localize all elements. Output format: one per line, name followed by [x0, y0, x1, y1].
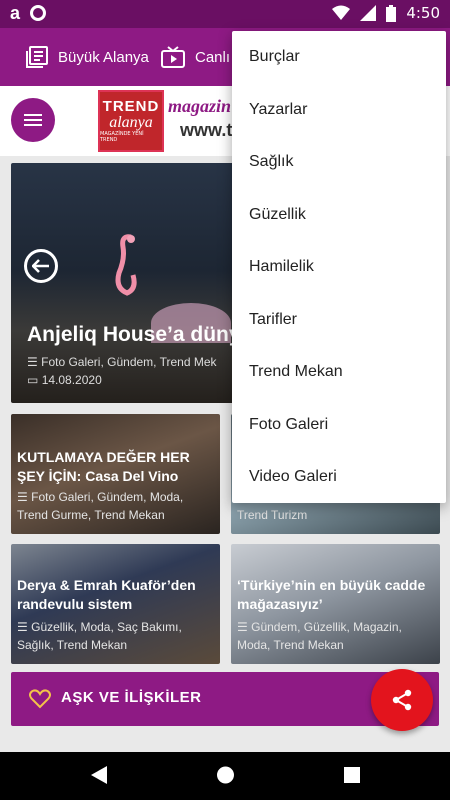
section-label: AŞK VE İLİŞKİLER: [61, 689, 202, 706]
list-icon: ☰: [237, 620, 248, 634]
card-title: KUTLAMAYA DEĞER HER ŞEY İÇİN: Casa Del V…: [17, 449, 190, 484]
article-card[interactable]: ‘Türkiye’nin en büyük cadde mağazasıyız’…: [231, 544, 440, 664]
home-nav-icon[interactable]: [216, 765, 235, 785]
site-logo[interactable]: TREND alanya MAGAZİNDE YENİ TREND: [98, 90, 164, 152]
logo-trend: TREND: [102, 98, 160, 115]
canli-button[interactable]: Canlı: [161, 28, 230, 86]
clock: 4:50: [406, 4, 440, 22]
buyuk-alanya-button[interactable]: Büyük Alanya: [26, 28, 149, 86]
menu-item-trend-mekan[interactable]: Trend Mekan: [232, 346, 446, 399]
canli-label: Canlı: [195, 48, 231, 66]
featured-categories-text: Foto Galeri, Gündem, Trend Mek: [41, 355, 217, 369]
card-title: Derya & Emrah Kuaför’den randevulu siste…: [17, 577, 196, 612]
overflow-menu: Burçlar Yazarlar Sağlık Güzellik Hamilel…: [232, 31, 446, 503]
menu-item-saglik[interactable]: Sağlık: [232, 136, 446, 189]
card-categories: Trend Turizm: [237, 506, 437, 524]
heart-icon: [29, 689, 51, 709]
menu-item-hamilelik[interactable]: Hamilelik: [232, 241, 446, 294]
menu-item-burclar[interactable]: Burçlar: [232, 31, 446, 84]
recents-nav-icon[interactable]: [343, 765, 361, 785]
newspaper-icon: [26, 46, 48, 68]
menu-item-tarifler[interactable]: Tarifler: [232, 294, 446, 347]
list-icon: ☰: [17, 490, 28, 504]
card-categories-text: Gündem, Güzellik, Magazin, Moda, Trend M…: [237, 620, 402, 652]
menu-button[interactable]: [11, 98, 55, 142]
logo-tagline: MAGAZİNDE YENİ TREND: [100, 131, 144, 143]
app-notification-icon: a: [10, 3, 21, 23]
card-categories-text: Trend Turizm: [237, 508, 308, 522]
article-card[interactable]: Derya & Emrah Kuaför’den randevulu siste…: [11, 544, 220, 664]
menu-item-video-galeri[interactable]: Video Galeri: [232, 451, 446, 504]
signal-icon: [360, 5, 377, 21]
featured-title: Anjeliq House’a düny: [27, 323, 241, 346]
menu-item-yazarlar[interactable]: Yazarlar: [232, 84, 446, 137]
logo-alanya: alanya: [109, 114, 153, 131]
list-icon: ☰: [17, 620, 28, 634]
card-categories-text: Güzellik, Moda, Saç Bakımı, Sağlık, Tren…: [17, 620, 182, 652]
record-icon: [30, 5, 47, 21]
share-icon: [392, 689, 412, 711]
featured-date: ▭ 14.08.2020: [27, 371, 102, 389]
buyuk-alanya-label: Büyük Alanya: [58, 48, 149, 66]
menu-item-foto-galeri[interactable]: Foto Galeri: [232, 399, 446, 452]
featured-categories: ☰ Foto Galeri, Gündem, Trend Mek: [27, 353, 217, 371]
arrow-left-icon: [32, 259, 49, 273]
card-categories: ☰ Foto Galeri, Gündem, Moda, Trend Gurme…: [17, 488, 217, 524]
article-card[interactable]: KUTLAMAYA DEĞER HER ŞEY İÇİN: Casa Del V…: [11, 414, 220, 534]
wifi-icon: [332, 5, 351, 20]
share-button[interactable]: [371, 669, 433, 731]
status-bar: a 4:50: [0, 0, 450, 28]
card-title: ‘Türkiye’nin en büyük cadde mağazasıyız’: [237, 577, 426, 612]
flamingo-image: [115, 234, 137, 296]
list-icon: ☰: [27, 355, 38, 369]
featured-date-text: 14.08.2020: [41, 373, 102, 387]
card-categories: ☰ Güzellik, Moda, Saç Bakımı, Sağlık, Tr…: [17, 618, 217, 654]
logo-magazin: magazin: [168, 96, 232, 116]
calendar-icon: ▭: [27, 373, 39, 387]
system-navigation-bar: [0, 752, 450, 800]
card-categories: ☰ Gündem, Güzellik, Magazin, Moda, Trend…: [237, 618, 437, 654]
menu-item-guzellik[interactable]: Güzellik: [232, 189, 446, 242]
tv-icon: [161, 46, 185, 68]
slider-prev-button[interactable]: [24, 249, 58, 283]
back-nav-icon[interactable]: [90, 765, 108, 785]
hamburger-icon: [24, 114, 42, 126]
battery-icon: [386, 4, 397, 22]
card-categories-text: Foto Galeri, Gündem, Moda, Trend Gurme, …: [17, 490, 184, 522]
